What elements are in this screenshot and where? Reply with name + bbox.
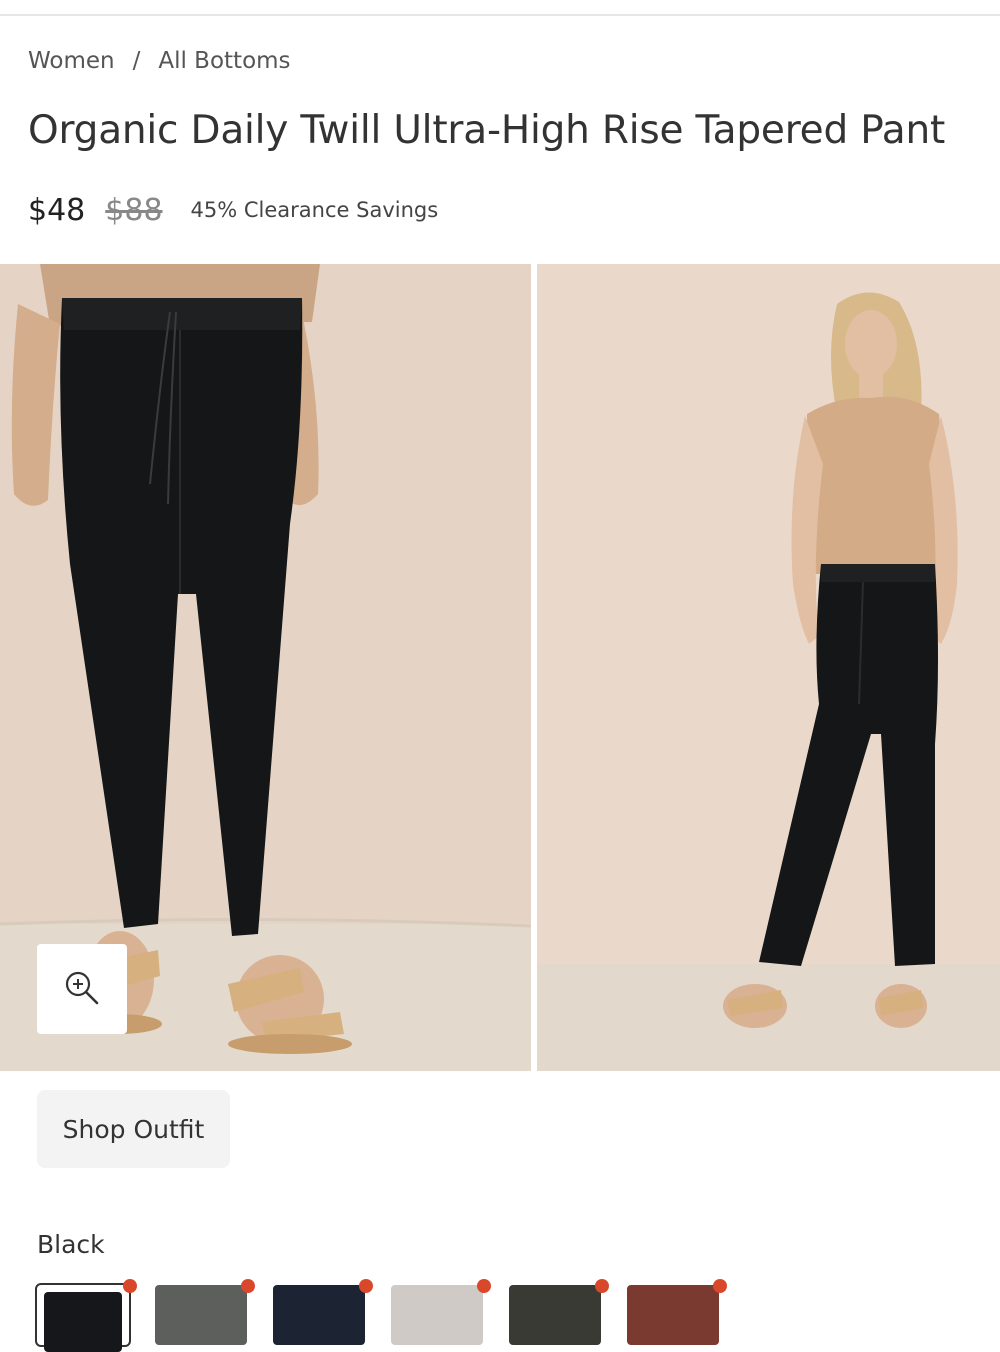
swatch-indicator-dot xyxy=(713,1279,727,1293)
swatch-color-fill xyxy=(273,1285,365,1345)
swatch-indicator-dot xyxy=(359,1279,373,1293)
sale-price: $48 xyxy=(28,192,86,228)
color-swatch[interactable] xyxy=(273,1279,373,1345)
swatch-indicator-dot xyxy=(241,1279,255,1293)
breadcrumb-women-link[interactable]: Women xyxy=(28,48,115,74)
swatch-color-fill xyxy=(391,1285,483,1345)
zoom-button[interactable] xyxy=(37,944,127,1034)
swatch-indicator-dot xyxy=(477,1279,491,1293)
savings-label: 45% Clearance Savings xyxy=(190,198,439,222)
swatch-color-fill xyxy=(44,1292,122,1352)
product-image-full-model[interactable] xyxy=(537,264,1000,1071)
swatch-indicator-dot xyxy=(123,1279,137,1293)
swatch-color-fill xyxy=(627,1285,719,1345)
top-divider xyxy=(0,14,1000,16)
color-swatch[interactable] xyxy=(155,1279,255,1345)
original-price: $88 xyxy=(105,192,163,228)
shop-outfit-button[interactable]: Shop Outfit xyxy=(37,1090,230,1168)
swatch-indicator-dot xyxy=(595,1279,609,1293)
color-swatch[interactable] xyxy=(509,1279,609,1345)
product-title: Organic Daily Twill Ultra-High Rise Tape… xyxy=(28,108,946,153)
breadcrumb-separator: / xyxy=(132,48,141,74)
color-swatch[interactable] xyxy=(35,1279,137,1352)
breadcrumb: Women / All Bottoms xyxy=(28,44,291,78)
zoom-in-icon xyxy=(62,968,102,1011)
selected-color-name: Black xyxy=(37,1229,105,1259)
breadcrumb-all-bottoms-link[interactable]: All Bottoms xyxy=(158,48,290,74)
color-swatch[interactable] xyxy=(627,1279,727,1345)
color-swatch[interactable] xyxy=(391,1279,491,1345)
swatch-color-fill xyxy=(155,1285,247,1345)
swatch-color-fill xyxy=(509,1285,601,1345)
price-row: $48 $88 45% Clearance Savings xyxy=(28,188,438,232)
